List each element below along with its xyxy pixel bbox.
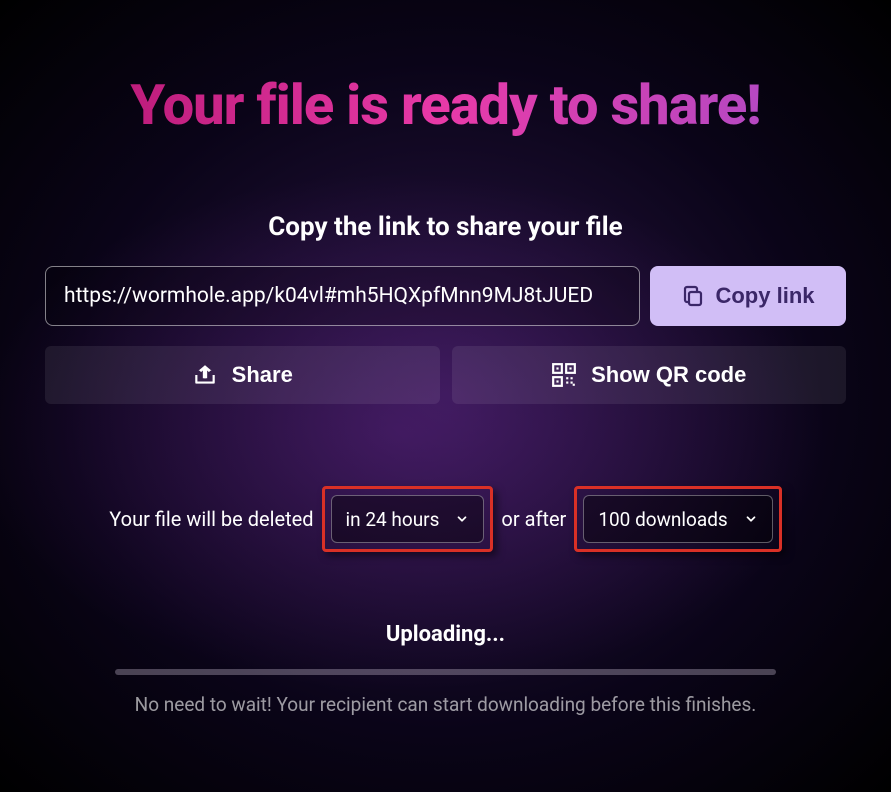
upload-hint: No need to wait! Your recipient can star… (45, 693, 846, 716)
qr-code-button[interactable]: Show QR code (452, 346, 847, 404)
chevron-down-icon (744, 512, 758, 526)
qr-label: Show QR code (591, 362, 746, 388)
expiry-separator: or after (501, 507, 566, 531)
copy-icon (681, 284, 705, 308)
page-title: Your file is ready to share! (45, 72, 846, 138)
upload-status: Uploading... (45, 622, 846, 647)
chevron-down-icon (455, 512, 469, 526)
copy-subtitle: Copy the link to share your file (45, 212, 846, 242)
download-limit-label: 100 downloads (598, 508, 727, 531)
downloads-highlight: 100 downloads (574, 486, 781, 552)
action-row: Share Show QR code (45, 346, 846, 404)
link-row: Copy link (45, 266, 846, 326)
share-icon (192, 362, 218, 388)
share-label: Share (232, 362, 293, 388)
expiry-time-dropdown[interactable]: in 24 hours (331, 495, 485, 543)
expiry-prefix: Your file will be deleted (109, 507, 313, 531)
time-highlight: in 24 hours (322, 486, 494, 552)
download-limit-dropdown[interactable]: 100 downloads (583, 495, 772, 543)
copy-link-label: Copy link (715, 283, 814, 309)
share-link-input[interactable] (45, 266, 640, 326)
qr-icon (551, 362, 577, 388)
upload-progress-bar (115, 669, 776, 675)
expiry-time-label: in 24 hours (346, 508, 440, 531)
copy-link-button[interactable]: Copy link (650, 266, 846, 326)
upload-section: Uploading... No need to wait! Your recip… (45, 622, 846, 716)
expiry-row: Your file will be deleted in 24 hours or… (45, 486, 846, 552)
share-button[interactable]: Share (45, 346, 440, 404)
